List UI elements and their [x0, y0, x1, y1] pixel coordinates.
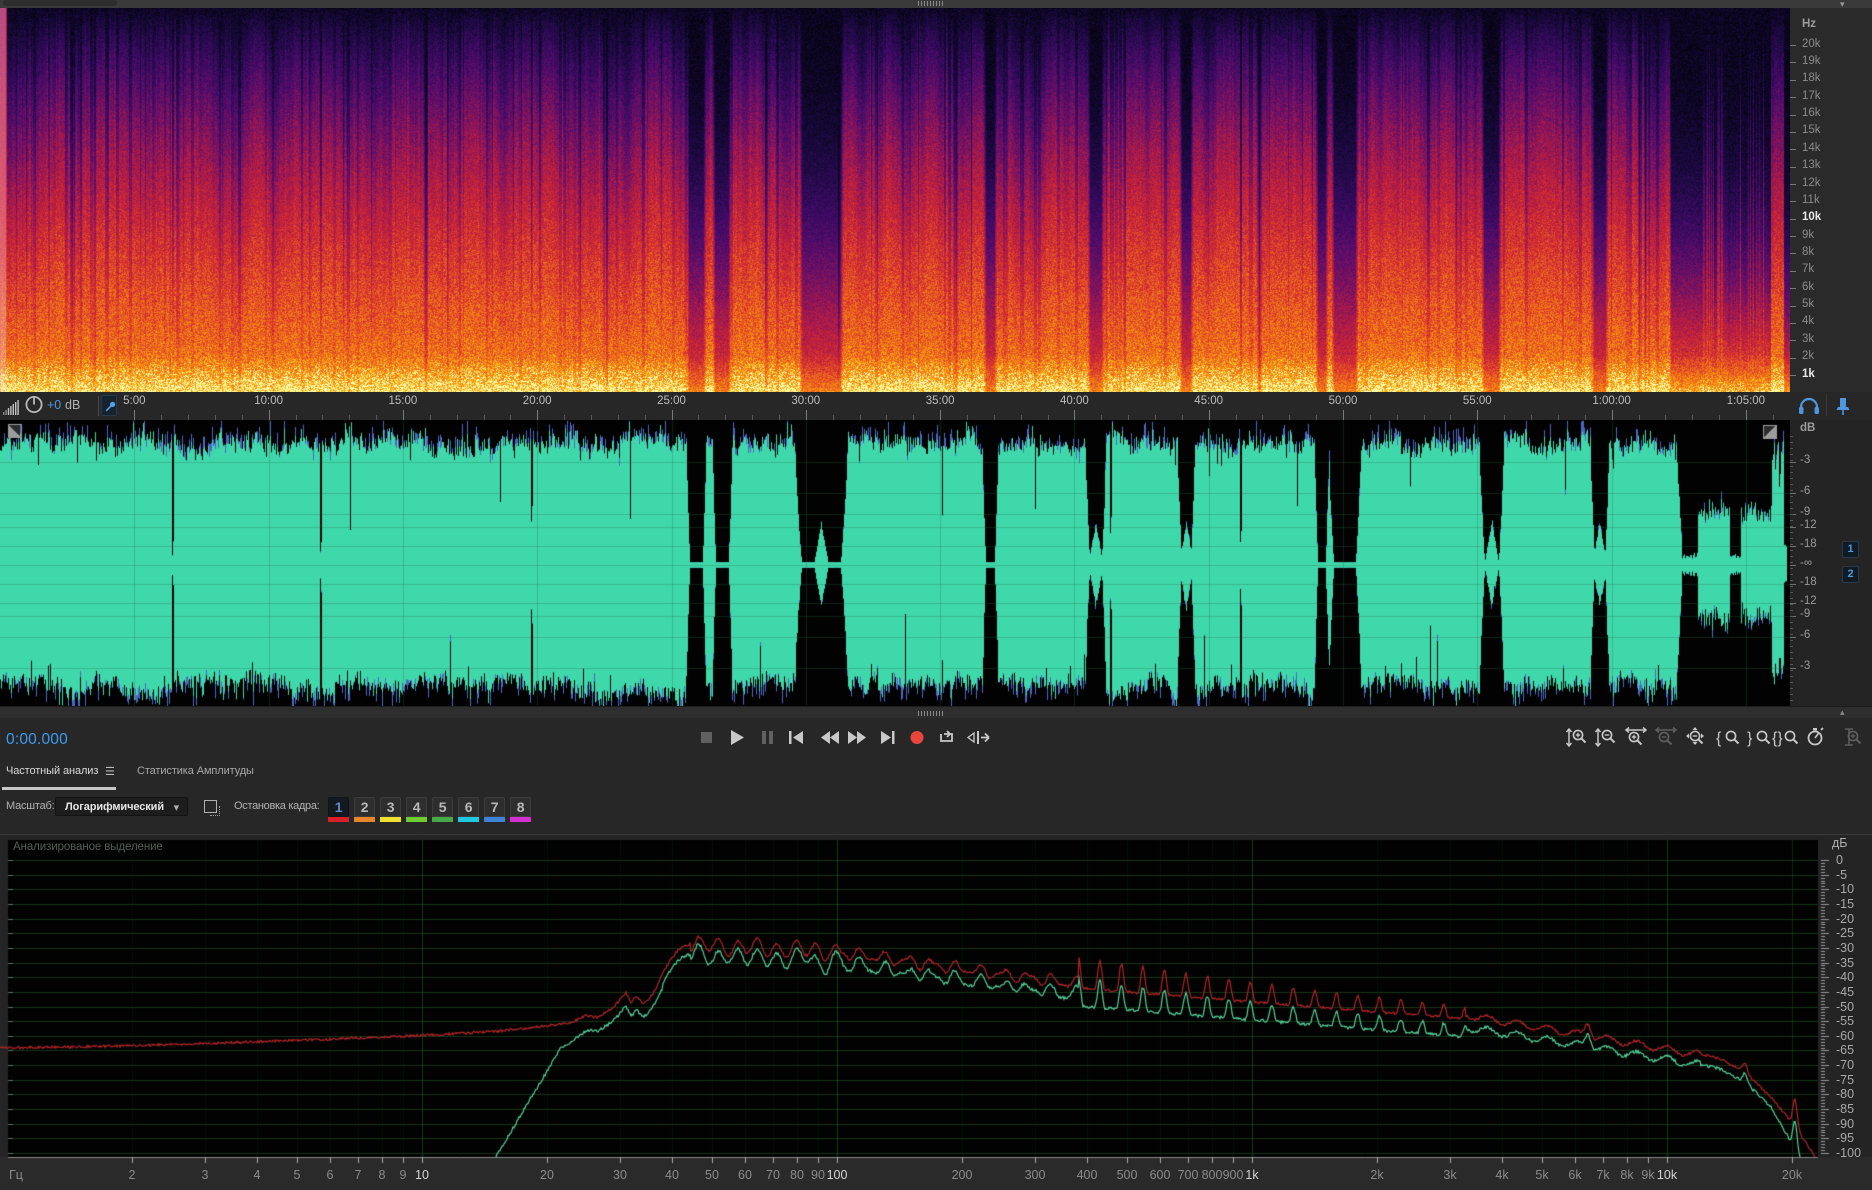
svg-text:{}: {} [1772, 730, 1783, 747]
svg-text:{: { [1716, 730, 1722, 747]
svg-text:}: } [1747, 730, 1753, 747]
